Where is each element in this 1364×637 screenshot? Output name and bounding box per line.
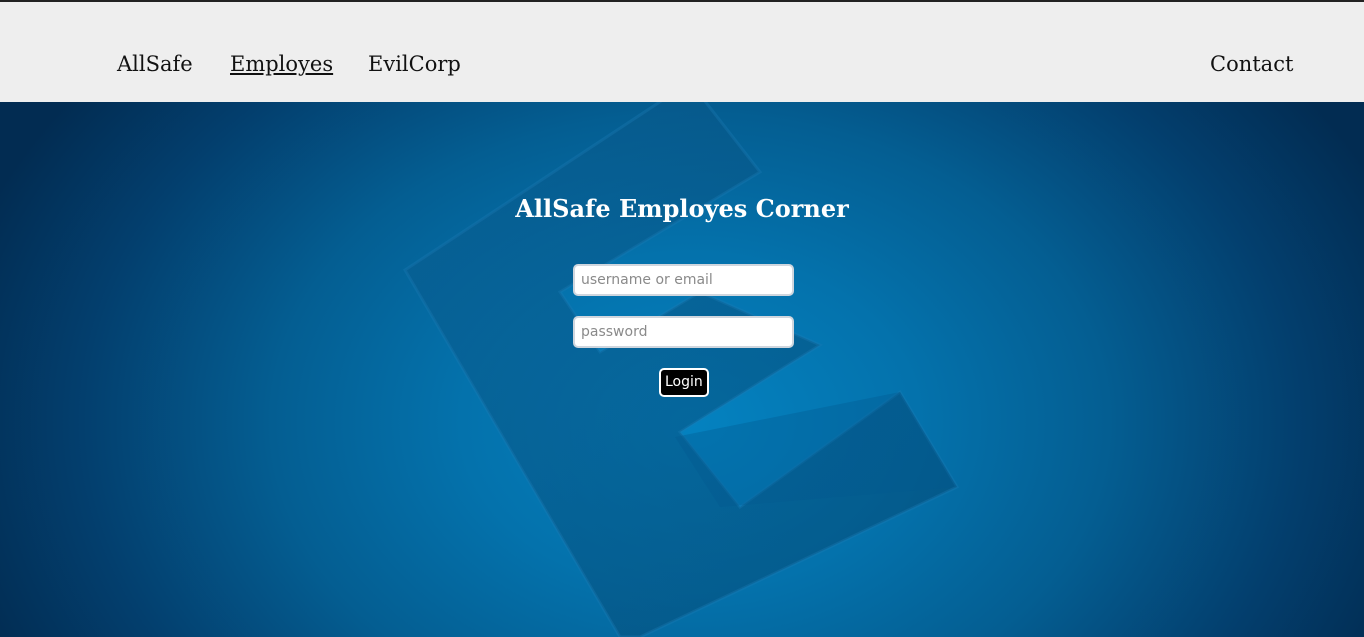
- nav-link-contact[interactable]: Contact: [1210, 52, 1293, 76]
- password-input[interactable]: [573, 316, 794, 348]
- nav-link-allsafe[interactable]: AllSafe: [117, 52, 193, 76]
- username-input[interactable]: [573, 264, 794, 296]
- page-title: AllSafe Employes Corner: [515, 194, 849, 223]
- navbar: AllSafe Employes EvilCorp Contact: [0, 2, 1364, 102]
- login-button[interactable]: Login: [659, 368, 709, 397]
- nav-link-employes[interactable]: Employes: [230, 52, 333, 76]
- nav-link-evilcorp[interactable]: EvilCorp: [368, 52, 461, 76]
- login-hero: AllSafe Employes Corner Login: [0, 102, 1364, 637]
